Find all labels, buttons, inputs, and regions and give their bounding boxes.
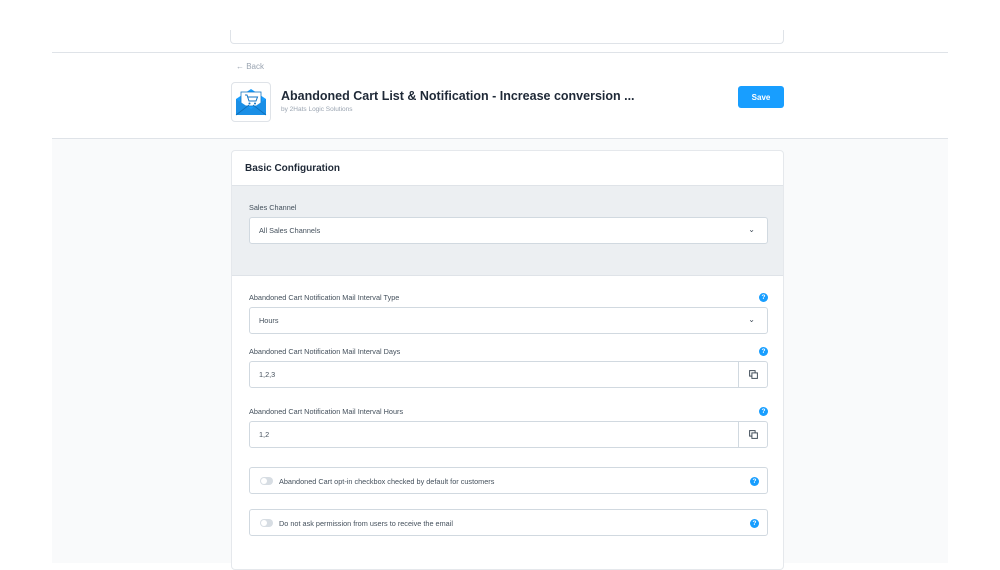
interval-days-label: Abandoned Cart Notification Mail Interva… <box>249 347 401 356</box>
copy-icon <box>748 430 758 439</box>
chevron-down-icon: ⌄ <box>748 315 755 324</box>
divider <box>52 52 948 53</box>
opt-in-toggle-row: Abandoned Cart opt-in checkbox checked b… <box>249 467 768 494</box>
interval-type-label: Abandoned Cart Notification Mail Interva… <box>249 293 400 302</box>
copy-icon <box>748 370 758 379</box>
divider <box>52 138 948 139</box>
app-logo <box>231 82 271 122</box>
interval-hours-label: Abandoned Cart Notification Mail Interva… <box>249 407 404 416</box>
permission-toggle-row: Do not ask permission from users to rece… <box>249 509 768 536</box>
question-icon[interactable]: ? <box>759 347 768 356</box>
question-icon[interactable]: ? <box>750 477 759 486</box>
sales-channel-label: Sales Channel <box>249 203 297 212</box>
card-title: Basic Configuration <box>232 151 783 186</box>
basic-configuration-card: Basic Configuration Sales Channel All Sa… <box>231 150 784 570</box>
save-button[interactable]: Save <box>738 86 784 108</box>
permission-switch[interactable] <box>260 519 273 527</box>
interval-days-value: 1,2,3 <box>259 370 276 379</box>
question-icon[interactable]: ? <box>750 519 759 528</box>
sales-channel-select[interactable]: All Sales Channels ⌄ <box>249 217 768 244</box>
question-icon[interactable]: ? <box>759 293 768 302</box>
back-link[interactable]: ← Back <box>236 62 264 71</box>
opt-in-switch[interactable] <box>260 477 273 485</box>
interval-type-value: Hours <box>259 316 279 325</box>
interval-hours-value: 1,2 <box>259 430 270 439</box>
chevron-down-icon: ⌄ <box>748 225 755 234</box>
envelope-cart-icon <box>235 89 267 116</box>
app-vendor: by 2Hats Logic Solutions <box>281 106 353 113</box>
permission-label: Do not ask permission from users to rece… <box>279 519 453 528</box>
copy-button[interactable] <box>738 362 767 387</box>
question-icon[interactable]: ? <box>759 407 768 416</box>
interval-type-select[interactable]: Hours ⌄ <box>249 307 768 334</box>
sales-channel-section: Sales Channel All Sales Channels ⌄ <box>232 186 783 276</box>
copy-button[interactable] <box>738 422 767 447</box>
opt-in-label: Abandoned Cart opt-in checkbox checked b… <box>279 477 495 486</box>
interval-days-field[interactable]: 1,2,3 <box>249 361 768 388</box>
previous-field-bottom <box>230 30 784 44</box>
app-title: Abandoned Cart List & Notification - Inc… <box>281 89 635 103</box>
sales-channel-value: All Sales Channels <box>259 226 321 235</box>
interval-hours-field[interactable]: 1,2 <box>249 421 768 448</box>
